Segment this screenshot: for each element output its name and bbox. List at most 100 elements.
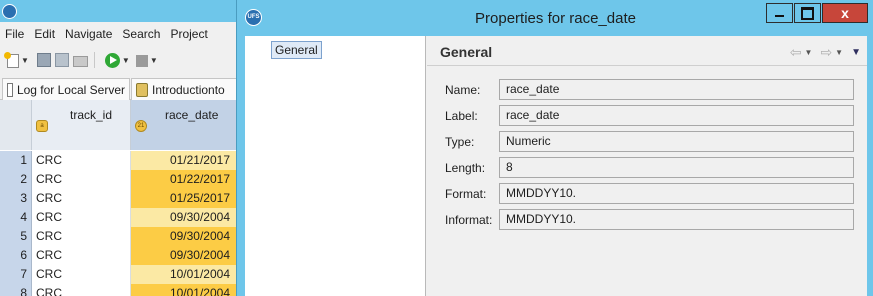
cell-track-id[interactable]: CRC — [32, 170, 131, 189]
tab-log-local-server[interactable]: Log for Local Server — [2, 78, 130, 100]
ide-titlebar — [0, 0, 240, 22]
property-label: Label: — [445, 109, 478, 123]
dialog-body: General General ⇦ ▼ ⇨ ▼ ▼ Name: race_date… — [245, 36, 867, 296]
cell-race-date[interactable]: 01/21/2017 — [131, 151, 240, 170]
save-all-icon[interactable] — [54, 53, 69, 67]
column-header-race-date[interactable]: 21 race_date — [131, 100, 240, 150]
property-value-field[interactable]: 8 — [499, 157, 854, 178]
tab-introduction[interactable]: Introductionto — [131, 78, 240, 100]
table-row[interactable]: 8 CRC 10/01/2004 — [0, 284, 240, 296]
row-number[interactable]: 8 — [0, 284, 32, 296]
cell-track-id[interactable]: CRC — [32, 265, 131, 284]
property-value-field[interactable]: Numeric — [499, 131, 854, 152]
save-icon[interactable] — [36, 53, 51, 67]
column-name: race_date — [165, 108, 219, 122]
cell-track-id[interactable]: CRC — [32, 246, 131, 265]
property-value-field[interactable]: race_date — [499, 105, 854, 126]
log-file-icon — [7, 82, 13, 97]
chevron-down-icon[interactable]: ▼ — [150, 56, 158, 65]
property-label: Format: — [445, 187, 487, 201]
row-number[interactable]: 2 — [0, 170, 32, 189]
back-arrow-icon[interactable]: ⇦ — [790, 44, 802, 61]
menu-edit[interactable]: Edit — [29, 27, 60, 41]
row-number[interactable]: 4 — [0, 208, 32, 227]
row-number[interactable]: 6 — [0, 246, 32, 265]
column-name: track_id — [70, 108, 113, 122]
property-page: General ⇦ ▼ ⇨ ▼ ▼ Name: race_date Label: ra… — [427, 36, 867, 296]
dialog-titlebar[interactable]: UFS Properties for race_date x — [237, 0, 873, 36]
menu-project[interactable]: Project — [165, 27, 212, 41]
table-row[interactable]: 2 CRC 01/22/2017 — [0, 170, 240, 189]
chevron-down-icon[interactable]: ▼ — [122, 56, 130, 65]
property-row: Type: Numeric — [427, 131, 867, 153]
property-value-field[interactable]: race_date — [499, 79, 854, 100]
table-row[interactable]: 4 CRC 09/30/2004 — [0, 208, 240, 227]
close-icon: x — [841, 5, 849, 21]
cell-race-date[interactable]: 10/01/2004 — [131, 284, 240, 296]
chevron-down-icon[interactable]: ▼ — [21, 56, 29, 65]
maximize-button[interactable] — [794, 3, 821, 23]
table-row[interactable]: 3 CRC 01/25/2017 — [0, 189, 240, 208]
cell-track-id[interactable]: CRC — [32, 151, 131, 170]
forward-arrow-icon[interactable]: ⇨ — [820, 44, 832, 61]
property-pages-tree: General — [245, 36, 426, 296]
cell-race-date[interactable]: 09/30/2004 — [131, 246, 240, 265]
property-row: Length: 8 — [427, 157, 867, 179]
page-title: General — [440, 44, 493, 60]
cell-race-date[interactable]: 10/01/2004 — [131, 265, 240, 284]
property-label: Length: — [445, 161, 486, 175]
property-row: Format: MMDDYY10. — [427, 183, 867, 205]
property-label: Type: — [445, 135, 475, 149]
data-grid: a track_id 21 race_date 1 CRC 01/21/2017 2 C… — [0, 100, 240, 296]
menu-bar: File Edit Navigate Search Project — [0, 24, 240, 44]
tab-label: Log for Local Server — [16, 82, 125, 97]
grid-header: a track_id 21 race_date — [0, 100, 240, 150]
property-label: Name: — [445, 83, 481, 97]
page-nav: ⇦ ▼ ⇨ ▼ ▼ — [787, 44, 861, 61]
menu-navigate[interactable]: Navigate — [60, 27, 117, 41]
cell-race-date[interactable]: 01/22/2017 — [131, 170, 240, 189]
cell-race-date[interactable]: 09/30/2004 — [131, 208, 240, 227]
cell-race-date[interactable]: 09/30/2004 — [131, 227, 240, 246]
property-row: Label: race_date — [427, 105, 867, 127]
minimize-button[interactable] — [766, 3, 793, 23]
new-file-icon[interactable] — [4, 51, 19, 68]
table-row[interactable]: 6 CRC 09/30/2004 — [0, 246, 240, 265]
property-row: Informat: MMDDYY10. — [427, 209, 867, 231]
menu-search[interactable]: Search — [117, 27, 165, 41]
table-row[interactable]: 1 CRC 01/21/2017 — [0, 151, 240, 170]
chevron-down-icon[interactable]: ▼ — [805, 48, 813, 57]
row-number[interactable]: 5 — [0, 227, 32, 246]
row-number[interactable]: 3 — [0, 189, 32, 208]
grid-corner[interactable] — [0, 100, 32, 150]
chevron-down-icon[interactable]: ▼ — [835, 48, 843, 57]
editor-tab-bar: Log for Local Server Introductionto — [0, 76, 240, 100]
property-label: Informat: — [445, 213, 493, 227]
view-menu-icon[interactable]: ▼ — [851, 47, 861, 58]
cell-track-id[interactable]: CRC — [32, 189, 131, 208]
cell-track-id[interactable]: CRC — [32, 284, 131, 296]
property-row: Name: race_date — [427, 79, 867, 101]
app-logo-icon — [2, 4, 17, 19]
dataset-icon — [136, 82, 148, 97]
cell-race-date[interactable]: 01/25/2017 — [131, 189, 240, 208]
column-header-track-id[interactable]: a track_id — [32, 100, 131, 150]
menu-file[interactable]: File — [0, 27, 29, 41]
main-toolbar: ▼ ▼ ▼ — [0, 49, 240, 71]
run-icon[interactable] — [104, 52, 120, 68]
table-row[interactable]: 5 CRC 09/30/2004 — [0, 227, 240, 246]
cell-track-id[interactable]: CRC — [32, 227, 131, 246]
cell-track-id[interactable]: CRC — [32, 208, 131, 227]
table-row[interactable]: 7 CRC 10/01/2004 — [0, 265, 240, 284]
row-number[interactable]: 7 — [0, 265, 32, 284]
tab-label: Introductionto — [152, 82, 225, 97]
close-button[interactable]: x — [822, 3, 868, 23]
property-value-field[interactable]: MMDDYY10. — [499, 183, 854, 204]
stop-icon[interactable] — [135, 55, 148, 67]
window-controls: x — [765, 3, 868, 23]
page-header: General ⇦ ▼ ⇨ ▼ ▼ — [427, 36, 867, 66]
row-number[interactable]: 1 — [0, 151, 32, 170]
tree-item-general[interactable]: General — [271, 41, 322, 59]
print-icon[interactable] — [72, 56, 88, 67]
property-value-field[interactable]: MMDDYY10. — [499, 209, 854, 230]
